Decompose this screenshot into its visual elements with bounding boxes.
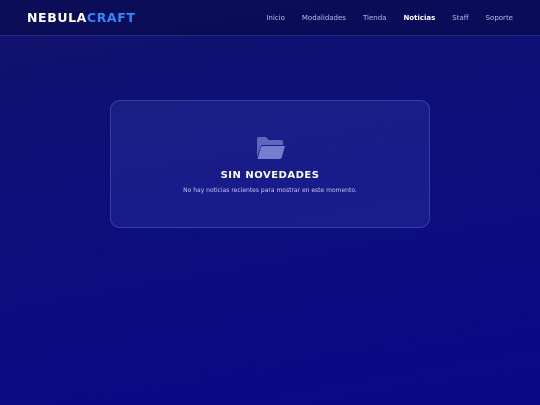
empty-state-card [110, 100, 430, 228]
main-nav: Inicio Modalidades Tienda Noticias Staff… [249, 12, 513, 24]
logo-text-accent: CRAFT [86, 10, 136, 25]
nav-link-tienda[interactable]: Tienda [363, 12, 386, 24]
empty-state-message: No hay noticias recientes para mostrar e… [183, 187, 357, 194]
site-logo[interactable]: NEBULACRAFT [27, 10, 135, 26]
folder-open-icon [257, 137, 285, 159]
nav-link-inicio[interactable]: Inicio [266, 12, 285, 24]
logo-text-primary: NEBULA [27, 10, 87, 25]
top-navbar: NEBULACRAFT Inicio Modalidades Tienda No… [0, 0, 540, 36]
nav-link-soporte[interactable]: Soporte [486, 12, 513, 24]
nav-link-noticias[interactable]: Noticias [403, 12, 435, 24]
nav-link-modalidades[interactable]: Modalidades [302, 12, 346, 24]
empty-state-title: SIN NOVEDADES [220, 170, 320, 181]
nav-link-staff[interactable]: Staff [452, 12, 468, 24]
